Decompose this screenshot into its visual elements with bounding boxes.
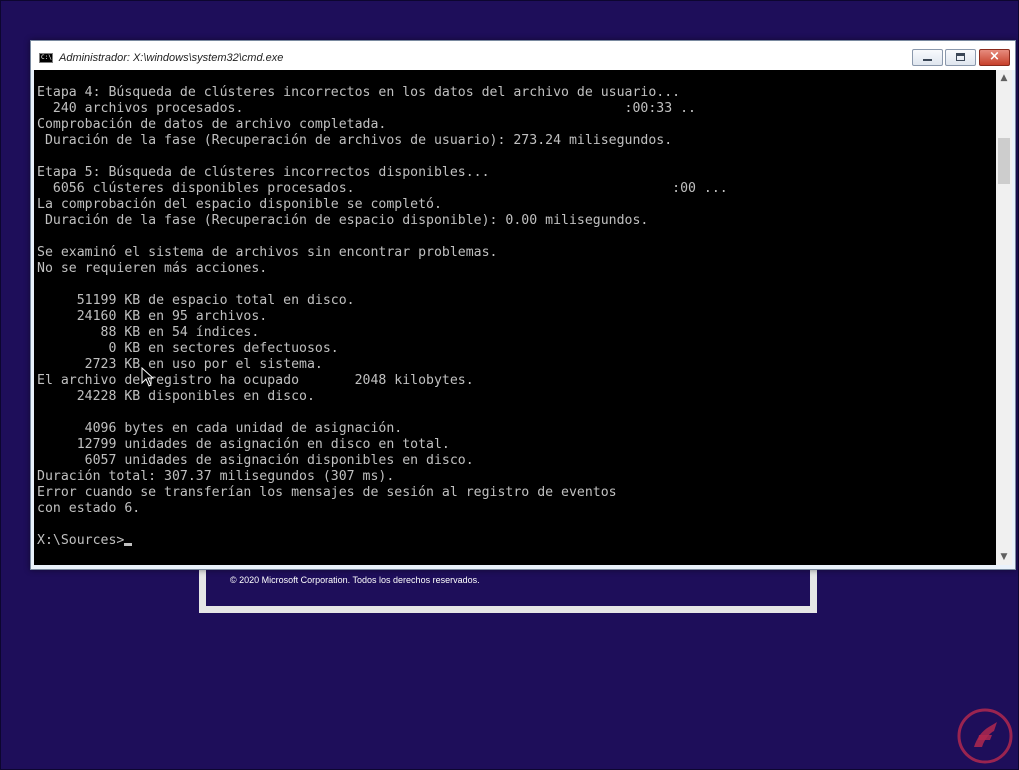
- console-line: 6057 unidades de asignación disponibles …: [84, 453, 474, 468]
- scroll-up-arrow-icon[interactable]: ▲: [996, 70, 1012, 86]
- console-line: Duración total: 307.37 milisegundos (307…: [37, 469, 395, 484]
- window-title: Administrador: X:\windows\system32\cmd.e…: [59, 52, 284, 64]
- vertical-scrollbar[interactable]: ▲ ▼: [996, 70, 1012, 565]
- console-line: La comprobación del espacio disponible s…: [37, 197, 442, 212]
- title-bar[interactable]: C:\ Administrador: X:\windows\system32\c…: [31, 41, 1015, 70]
- console-line: 24160 KB en 95 archivos.: [76, 309, 268, 324]
- cmd-window[interactable]: C:\ Administrador: X:\windows\system32\c…: [30, 40, 1016, 570]
- minimize-icon: [923, 59, 932, 61]
- console-line: con estado 6.: [37, 501, 141, 516]
- console-text: Etapa 4: Búsqueda de clústeres incorrect…: [37, 85, 728, 549]
- console-line: El archivo de registro ha ocupado 2048 k…: [37, 373, 474, 388]
- watermark-logo-icon: [957, 708, 1013, 764]
- maximize-icon: [956, 53, 965, 61]
- console-line: Se examinó el sistema de archivos sin en…: [37, 245, 498, 260]
- console-line: 12799 unidades de asignación en disco en…: [76, 437, 450, 452]
- console-line: Comprobación de datos de archivo complet…: [37, 117, 387, 132]
- console-line: No se requieren más acciones.: [37, 261, 268, 276]
- console-line: 4096 bytes en cada unidad de asignación.: [84, 421, 403, 436]
- scroll-down-arrow-icon[interactable]: ▼: [996, 549, 1012, 565]
- scrollbar-thumb[interactable]: [998, 138, 1010, 184]
- console-line: 240 archivos procesados. :00:33 ..: [52, 101, 696, 116]
- console-line: 51199 KB de espacio total en disco.: [76, 293, 355, 308]
- console-line: 88 KB en 54 índices.: [100, 325, 260, 340]
- console-lines: Etapa 4: Búsqueda de clústeres incorrect…: [37, 85, 728, 516]
- copyright-text: © 2020 Microsoft Corporation. Todos los …: [230, 575, 480, 585]
- console-line: 24228 KB disponibles en disco.: [76, 389, 315, 404]
- console-line: Etapa 4: Búsqueda de clústeres incorrect…: [37, 85, 681, 100]
- console-line: Duración de la fase (Recuperación de esp…: [44, 213, 649, 228]
- console-line: Error cuando se transferían los mensajes…: [37, 485, 617, 500]
- console-line: 6056 clústeres disponibles procesados. :…: [52, 181, 728, 196]
- console-output[interactable]: Etapa 4: Búsqueda de clústeres incorrect…: [34, 70, 996, 565]
- close-icon: ×: [989, 49, 1000, 64]
- console-line: 0 KB en sectores defectuosos.: [108, 341, 339, 356]
- console-line: Etapa 5: Búsqueda de clústeres incorrect…: [37, 165, 490, 180]
- text-cursor: [124, 543, 133, 546]
- console-line: 2723 KB en uso por el sistema.: [84, 357, 323, 372]
- close-button[interactable]: ×: [979, 49, 1010, 66]
- minimize-button[interactable]: [912, 49, 943, 66]
- console-line: Duración de la fase (Recuperación de arc…: [44, 133, 673, 148]
- command-prompt: X:\Sources>: [37, 533, 125, 548]
- cmd-app-icon[interactable]: C:\: [39, 53, 53, 63]
- maximize-button[interactable]: [945, 49, 976, 66]
- mouse-pointer-icon: [141, 367, 155, 387]
